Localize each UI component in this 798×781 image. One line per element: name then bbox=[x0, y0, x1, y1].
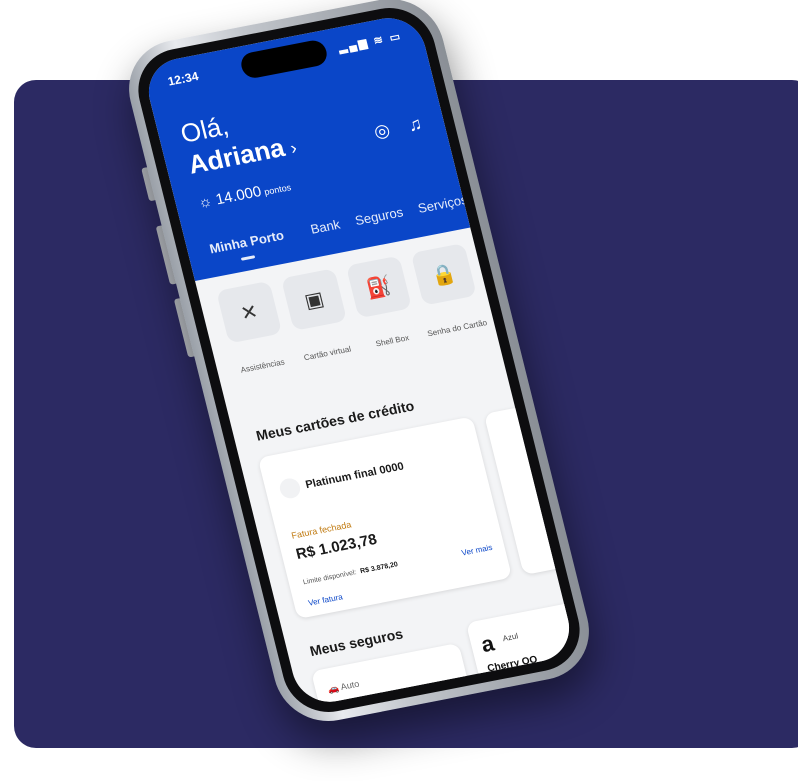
limit-label: Limite disponível: bbox=[302, 569, 358, 587]
shortcut-label: Shell Box bbox=[374, 333, 411, 349]
insurance-type: 🚗 Auto bbox=[327, 679, 361, 696]
insurance-brand: Azul bbox=[501, 631, 520, 644]
points-value: 14.000 bbox=[213, 183, 264, 209]
chevron-right-icon: › bbox=[288, 137, 299, 159]
card-name: Platinum final 0000 bbox=[304, 460, 406, 492]
status-time: 12:34 bbox=[166, 69, 200, 89]
tab-seguros[interactable]: Seguros bbox=[353, 204, 404, 228]
tab-servicos[interactable]: Serviços bbox=[416, 192, 469, 216]
see-invoice-link[interactable]: Ver fatura bbox=[307, 592, 343, 607]
limit-value: R$ 3.878,20 bbox=[359, 561, 399, 576]
points-star-icon: ☼ bbox=[196, 192, 214, 212]
credit-card-item[interactable]: Platinum final 0000 Fatura fechada R$ 1.… bbox=[257, 416, 513, 620]
points-balance[interactable]: ☼ 14.000pontos bbox=[196, 177, 293, 212]
header-actions: ◎ ♫ bbox=[358, 113, 424, 145]
bell-icon[interactable]: ♫ bbox=[406, 113, 424, 135]
shortcut-label: Cartão virtual bbox=[302, 344, 352, 363]
virtual-card-icon: ▣ bbox=[280, 268, 348, 331]
insurance-title: Meus seguros bbox=[308, 625, 405, 660]
tab-minha-porto[interactable]: Minha Porto bbox=[207, 225, 297, 261]
lock-icon: 🔒 bbox=[410, 242, 477, 306]
available-limit: Limite disponível:R$ 3.878,20 bbox=[302, 561, 398, 586]
shortcut-label: Senha do Cartão bbox=[426, 318, 489, 339]
insurance-type-label: Auto bbox=[339, 678, 361, 692]
points-label: pontos bbox=[263, 182, 293, 198]
see-more-link[interactable]: Ver mais bbox=[461, 543, 494, 558]
card-brand-logo bbox=[277, 476, 303, 500]
shortcut-label: Assistências bbox=[239, 357, 286, 375]
azul-logo-icon: a bbox=[478, 630, 497, 658]
tab-label: Minha Porto bbox=[207, 227, 286, 257]
car-icon: 🚗 bbox=[326, 682, 341, 695]
dynamic-island bbox=[238, 38, 330, 81]
eye-icon[interactable]: ◎ bbox=[372, 120, 392, 142]
signal-wifi-battery-icon: ▂▄▆ ≋ ▭ bbox=[337, 30, 404, 55]
tab-bank[interactable]: Bank bbox=[309, 217, 342, 237]
tools-icon: ✕ bbox=[216, 280, 283, 344]
fuel-pump-icon: ⛽ bbox=[345, 255, 412, 319]
active-tab-indicator bbox=[240, 255, 256, 261]
